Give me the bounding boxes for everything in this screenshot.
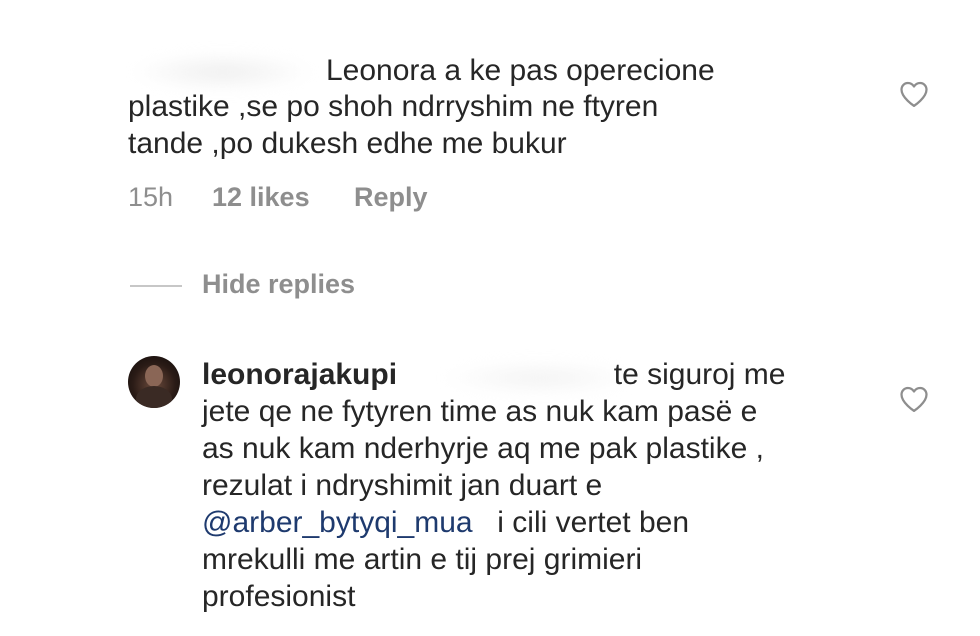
comment-reply-button[interactable]: Reply xyxy=(354,182,428,213)
reply-text-line-1-tail: te siguroj me xyxy=(613,358,786,391)
blurred-username xyxy=(130,52,315,92)
comment-text-line-1: Leonora a ke pas operecione xyxy=(326,54,715,87)
avatar[interactable] xyxy=(128,356,180,408)
heart-outline-icon[interactable] xyxy=(899,385,929,413)
hide-replies-button[interactable]: Hide replies xyxy=(202,269,355,300)
replies-divider xyxy=(130,285,182,287)
reply-text-line-4: rezulat i ndryshimit jan duart e xyxy=(202,469,603,502)
comment-likes-count[interactable]: 12 likes xyxy=(212,182,310,213)
comment-text-line-3: tande ,po dukesh edhe me bukur xyxy=(128,127,567,160)
reply-username[interactable]: leonorajakupi xyxy=(202,358,397,391)
reply-text-line-1: leonorajakupi te siguroj me xyxy=(202,358,785,392)
reply-text-line-5-tail: i cili vertet ben xyxy=(497,506,690,539)
reply-text-line-6: mrekulli me artin e tij prej grimieri xyxy=(202,543,643,576)
heart-outline-icon[interactable] xyxy=(899,80,929,108)
reply-text-line-2: jete qe ne fytyren time as nuk kam pasë … xyxy=(202,395,758,428)
reply-text-line-5: @arber_bytyqi_mua i cili vertet ben xyxy=(202,506,689,540)
reply-text-line-3: as nuk kam nderhyrje aq me pak plastike … xyxy=(202,432,764,465)
comment-timestamp: 15h xyxy=(128,182,174,212)
reply-text-line-7: profesionist xyxy=(202,580,356,613)
comment-text-line-2: plastike ,se po shoh ndrryshim ne ftyren xyxy=(128,90,659,123)
mention-link[interactable]: @arber_bytyqi_mua xyxy=(202,506,473,539)
